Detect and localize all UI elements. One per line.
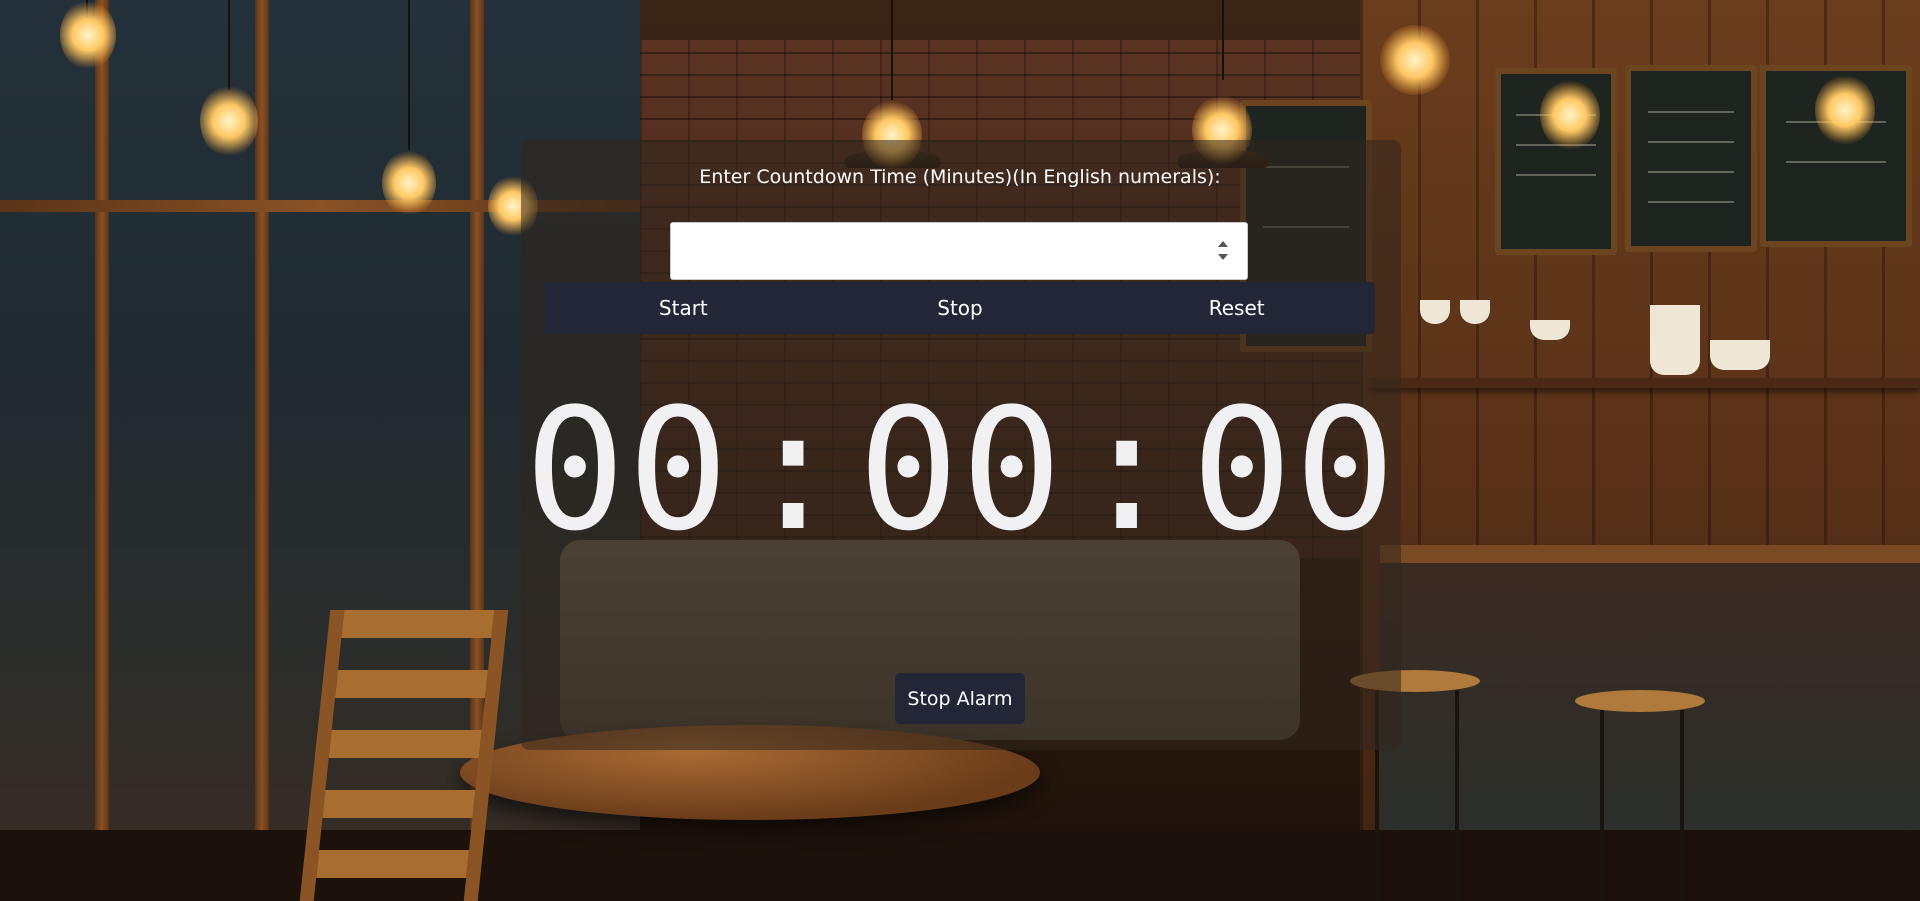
- lamp: [382, 150, 436, 216]
- cup: [1530, 320, 1570, 340]
- bar-stool: [1575, 690, 1705, 712]
- cup: [1710, 340, 1770, 370]
- menu-board: [1625, 65, 1757, 252]
- shelf: [1370, 378, 1920, 388]
- stop-alarm-button[interactable]: Stop Alarm: [895, 673, 1025, 724]
- hours-digits: 00: [524, 372, 731, 568]
- timer-controls: Start Stop Reset: [545, 282, 1375, 334]
- cup: [1650, 305, 1700, 375]
- countdown-prompt: Enter Countdown Time (Minutes)(In Englis…: [699, 166, 1221, 188]
- spin-down-icon[interactable]: [1218, 254, 1228, 260]
- reset-button[interactable]: Reset: [1098, 282, 1375, 334]
- lamp: [60, 0, 116, 70]
- countdown-display: 00 : 00 : 00: [521, 380, 1401, 560]
- lamp: [1540, 80, 1600, 150]
- spin-up-icon[interactable]: [1218, 241, 1228, 247]
- seconds-digits: 00: [1191, 372, 1398, 568]
- minutes-input[interactable]: [670, 222, 1248, 280]
- floor: [0, 830, 1920, 901]
- time-separator: :: [1076, 372, 1180, 568]
- minutes-digits: 00: [857, 372, 1065, 568]
- lamp: [200, 85, 258, 157]
- time-separator: :: [742, 372, 846, 568]
- chair: [299, 610, 509, 901]
- stop-button[interactable]: Stop: [822, 282, 1099, 334]
- number-spinner[interactable]: [1215, 238, 1231, 264]
- window-frame: [255, 0, 269, 901]
- start-button[interactable]: Start: [545, 282, 822, 334]
- lamp: [1815, 75, 1875, 145]
- lamp: [1380, 25, 1450, 95]
- window-frame: [95, 0, 109, 901]
